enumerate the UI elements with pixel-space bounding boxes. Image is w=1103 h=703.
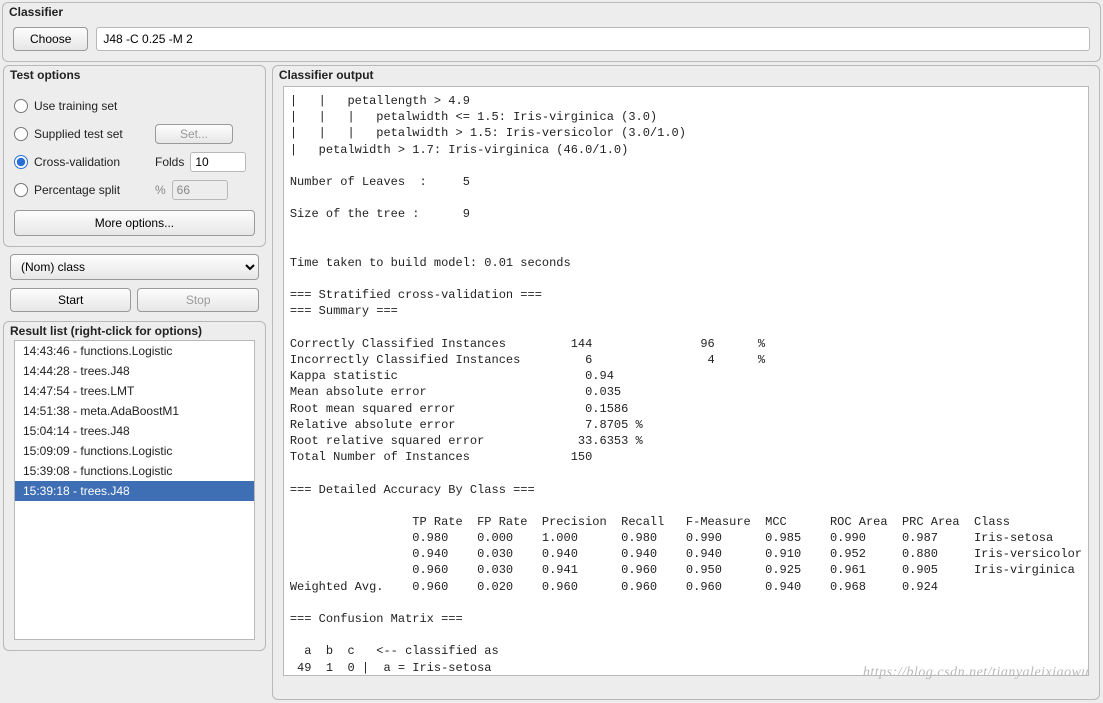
class-attribute-row: (Nom) class <box>10 254 259 280</box>
classifier-command-input[interactable] <box>96 27 1090 51</box>
result-item[interactable]: 14:44:28 - trees.J48 <box>15 361 254 381</box>
more-options-button[interactable]: More options... <box>14 210 255 236</box>
use-training-set-label: Use training set <box>34 99 149 113</box>
start-button[interactable]: Start <box>10 288 131 312</box>
percent-symbol: % <box>155 183 166 197</box>
percentage-split-radio[interactable] <box>14 183 28 197</box>
result-item[interactable]: 15:39:18 - trees.J48 <box>15 481 254 501</box>
classifier-output-panel: Classifier output | | petallength > 4.9 … <box>272 65 1100 700</box>
supplied-test-set-label: Supplied test set <box>34 127 149 141</box>
classifier-output-text[interactable]: | | petallength > 4.9 | | | petalwidth <… <box>283 86 1089 676</box>
folds-label: Folds <box>155 155 184 169</box>
class-attribute-select[interactable]: (Nom) class <box>10 254 259 280</box>
percentage-input[interactable] <box>172 180 228 200</box>
cross-validation-label: Cross-validation <box>34 155 149 169</box>
result-item[interactable]: 15:04:14 - trees.J48 <box>15 421 254 441</box>
test-options-title: Test options <box>4 66 265 86</box>
classifier-panel-title: Classifier <box>3 3 1100 23</box>
result-item[interactable]: 15:39:08 - functions.Logistic <box>15 461 254 481</box>
result-list[interactable]: 14:43:46 - functions.Logistic14:44:28 - … <box>14 340 255 640</box>
supplied-test-set-radio[interactable] <box>14 127 28 141</box>
result-item[interactable]: 14:43:46 - functions.Logistic <box>15 341 254 361</box>
result-item[interactable]: 14:47:54 - trees.LMT <box>15 381 254 401</box>
set-button[interactable]: Set... <box>155 124 233 144</box>
result-item[interactable]: 14:51:38 - meta.AdaBoostM1 <box>15 401 254 421</box>
classifier-panel: Classifier Choose <box>2 2 1101 62</box>
result-list-panel: Result list (right-click for options) 14… <box>3 321 266 651</box>
result-list-title: Result list (right-click for options) <box>4 322 265 340</box>
percentage-split-label: Percentage split <box>34 183 149 197</box>
test-options-panel: Test options Use training set Supplied t… <box>3 65 266 247</box>
result-item[interactable]: 15:09:09 - functions.Logistic <box>15 441 254 461</box>
choose-button[interactable]: Choose <box>13 27 88 51</box>
classifier-output-title: Classifier output <box>273 66 1099 86</box>
use-training-set-radio[interactable] <box>14 99 28 113</box>
stop-button[interactable]: Stop <box>137 288 258 312</box>
cross-validation-radio[interactable] <box>14 155 28 169</box>
folds-input[interactable] <box>190 152 246 172</box>
